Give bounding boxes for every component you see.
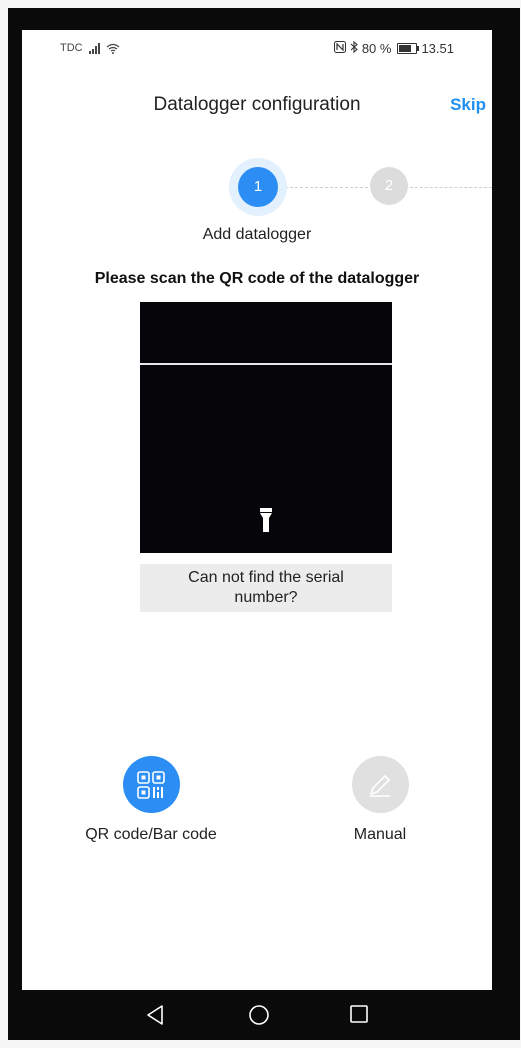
wifi-icon [106, 43, 120, 54]
app-header: Datalogger configuration Skip [22, 86, 492, 126]
flashlight-icon[interactable] [260, 508, 272, 532]
qr-code-label: QR code/Bar code [85, 826, 217, 843]
nfc-icon [333, 41, 346, 56]
back-icon[interactable] [145, 1004, 165, 1031]
step-connector [410, 187, 492, 188]
battery-icon [397, 43, 420, 54]
bluetooth-icon [350, 40, 358, 56]
step-label: Add datalogger [202, 226, 312, 243]
qr-code-icon [122, 756, 180, 813]
skip-button[interactable]: Skip [450, 95, 486, 115]
app-screen: TDC 80 % 13.51 Datalogger configuration … [22, 30, 492, 990]
clock: 13.51 [421, 41, 454, 56]
battery-percent: 80 % [361, 41, 392, 56]
page-title: Datalogger configuration [153, 94, 361, 115]
system-nav-bar [22, 990, 492, 1040]
status-bar: TDC 80 % 13.51 [22, 30, 492, 64]
carrier-label: TDC [60, 42, 83, 54]
status-left: TDC [60, 42, 120, 54]
mode-manual[interactable]: Manual [290, 756, 470, 844]
cannot-find-serial-button[interactable]: Can not find the serial number? [140, 564, 392, 612]
recent-apps-icon[interactable] [349, 1004, 369, 1029]
pencil-icon [351, 756, 409, 813]
camera-preview [140, 302, 392, 553]
home-icon[interactable] [248, 1004, 270, 1031]
cannot-find-serial-label: Can not find the serial number? [188, 569, 344, 606]
scan-instruction: Please scan the QR code of the datalogge… [94, 270, 420, 287]
step-2-indicator: 2 [370, 167, 408, 205]
mode-qr-code[interactable]: QR code/Bar code [61, 756, 241, 844]
device-frame: TDC 80 % 13.51 Datalogger configuration … [0, 0, 521, 1048]
scan-line [140, 363, 392, 365]
step-1-indicator: 1 [238, 167, 278, 207]
manual-label: Manual [353, 826, 407, 843]
status-right: 80 % 13.51 [333, 40, 454, 56]
step-connector [280, 187, 368, 188]
signal-icon [88, 42, 100, 54]
